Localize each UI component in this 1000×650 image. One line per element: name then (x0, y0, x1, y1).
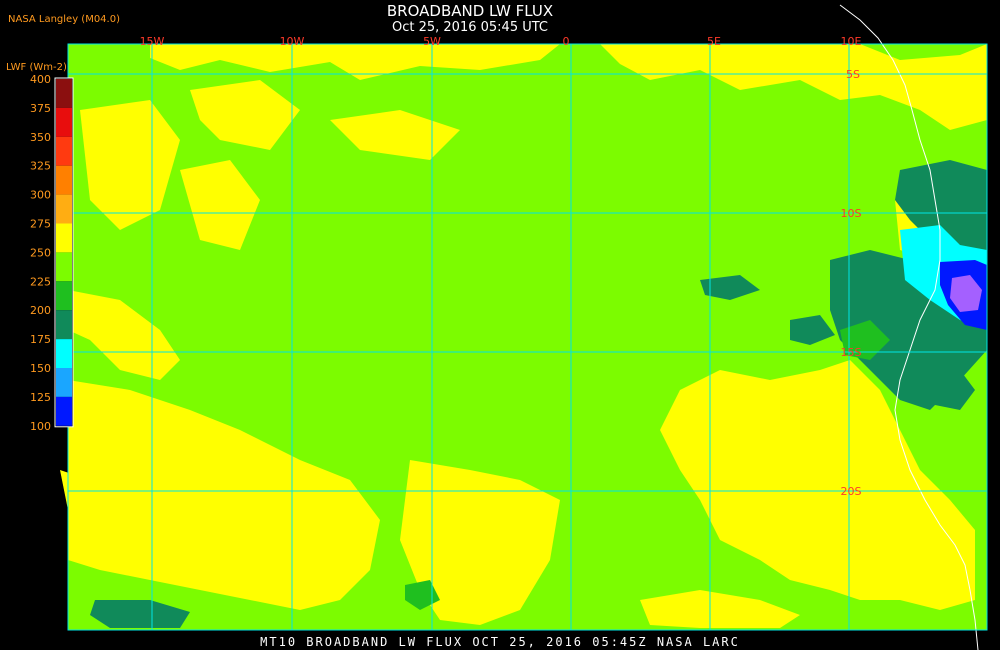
colorbar-swatch (56, 223, 72, 253)
colorbar: 400 375 350 325 300 275 250 225 200 175 150 125 100 (30, 73, 74, 433)
colorbar-swatch (56, 281, 72, 311)
colorbar-tick-label: 100 (30, 420, 51, 433)
colorbar-swatch (56, 136, 72, 166)
lon-label-5w: 5W (423, 35, 441, 48)
lon-label-10e: 10E (841, 35, 862, 48)
colorbar-tick-label: 375 (30, 102, 51, 115)
colorbar-tick-label: 250 (30, 246, 51, 259)
colorbar-tick-label: 150 (30, 362, 51, 375)
colorbar-tick-label: 200 (30, 304, 51, 317)
colorbar-swatch (56, 339, 72, 368)
lat-label-15s: 15S (841, 346, 862, 359)
colorbar-tick-label: 400 (30, 73, 51, 86)
colorbar-tick-label: 350 (30, 131, 51, 144)
colorbar-tick-label: 225 (30, 275, 51, 288)
colorbar-swatch (56, 194, 72, 224)
colorbar-swatch (56, 79, 72, 108)
colorbar-tick-label: 300 (30, 189, 51, 202)
lon-label-10w: 10W (280, 35, 305, 48)
colorbar-tick-label: 175 (30, 333, 51, 346)
footer-caption: MT10 BROADBAND LW FLUX OCT 25, 2016 05:4… (260, 635, 740, 649)
colorbar-swatch (56, 368, 72, 397)
lat-label-20s: 20S (841, 485, 862, 498)
lon-label-5e: 5E (707, 35, 721, 48)
lat-label-10s: 10S (841, 207, 862, 220)
lat-label-5s: 5S (846, 68, 860, 81)
colorbar-swatch (56, 252, 72, 282)
colorbar-swatch (56, 165, 72, 195)
colorbar-swatch (56, 310, 72, 340)
lon-label-15w: 15W (140, 35, 165, 48)
colorbar-tick-label: 125 (30, 391, 51, 404)
colorbar-tick-label: 275 (30, 218, 51, 231)
colorbar-tick-label: 325 (30, 160, 51, 173)
lon-label-0: 0 (563, 35, 570, 48)
colorbar-swatch (56, 107, 72, 137)
colorbar-swatch (56, 396, 72, 426)
map-canvas: 15W 10W 5W 0 5E 10E 5S 10S 15S 20S 400 37… (30, 4, 988, 650)
